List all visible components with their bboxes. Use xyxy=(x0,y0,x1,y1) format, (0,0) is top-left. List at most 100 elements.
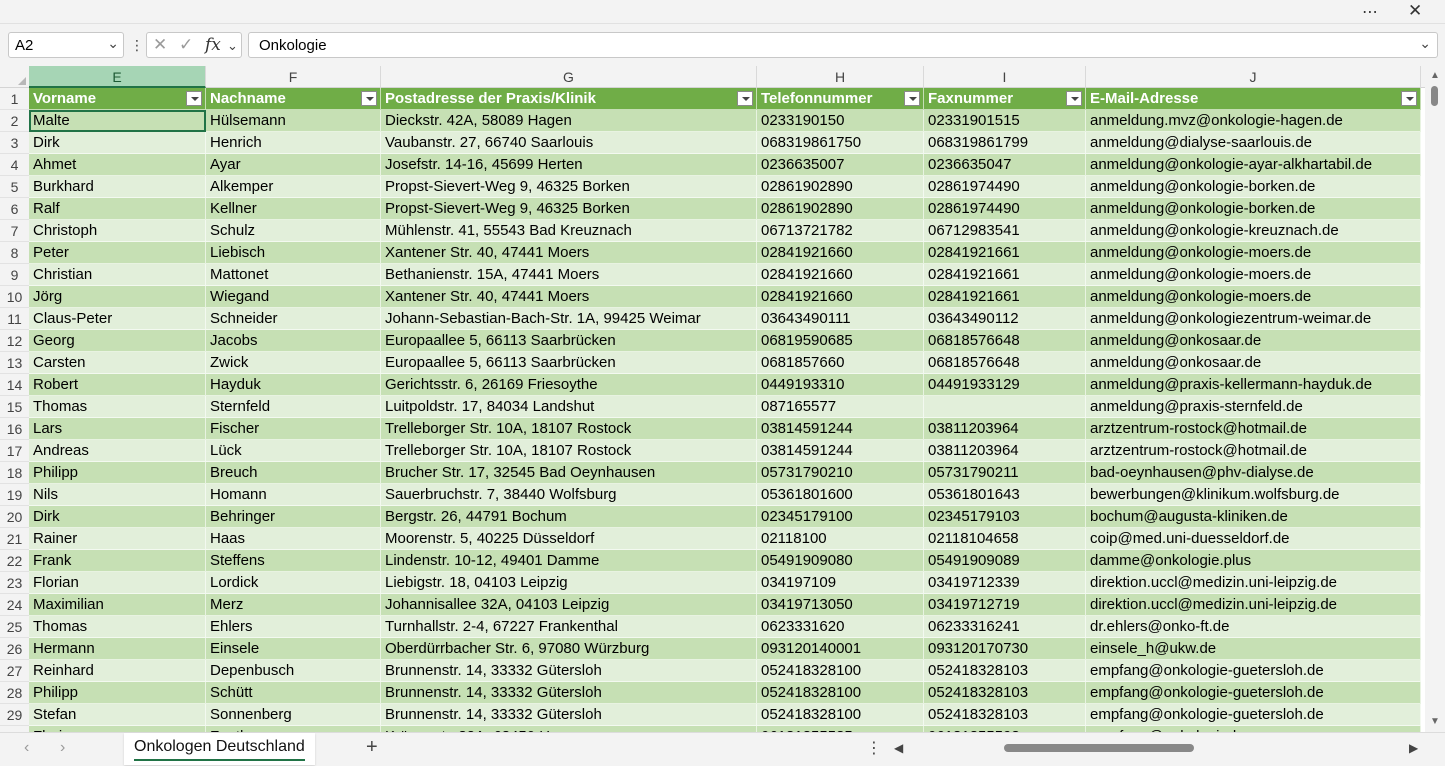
table-cell[interactable]: Jörg xyxy=(29,286,206,308)
table-cell[interactable]: Einsele xyxy=(206,638,381,660)
table-cell[interactable]: Brunnenstr. 14, 33332 Gütersloh xyxy=(381,660,757,682)
table-cell[interactable]: Trelleborger Str. 10A, 18107 Rostock xyxy=(381,440,757,462)
filter-dropdown-icon[interactable] xyxy=(1066,91,1082,106)
table-cell[interactable]: Steffens xyxy=(206,550,381,572)
table-cell[interactable] xyxy=(924,396,1086,418)
table-cell[interactable]: anmeldung@onkologie-kreuznach.de xyxy=(1086,220,1421,242)
column-header-g[interactable]: G xyxy=(381,66,757,88)
table-cell[interactable]: Sauerbruchstr. 7, 38440 Wolfsburg xyxy=(381,484,757,506)
table-cell[interactable]: Johann-Sebastian-Bach-Str. 1A, 99425 Wei… xyxy=(381,308,757,330)
column-header-h[interactable]: H xyxy=(757,66,924,88)
table-cell[interactable]: anmeldung@onkologie-moers.de xyxy=(1086,286,1421,308)
table-cell[interactable]: Philipp xyxy=(29,682,206,704)
table-cell[interactable]: 0681857660 xyxy=(757,352,924,374)
table-header-cell[interactable]: Faxnummer xyxy=(924,88,1086,110)
filter-dropdown-icon[interactable] xyxy=(1401,91,1417,106)
table-header-cell[interactable]: Postadresse der Praxis/Klinik xyxy=(381,88,757,110)
filter-dropdown-icon[interactable] xyxy=(186,91,202,106)
table-cell[interactable]: 02861902890 xyxy=(757,198,924,220)
table-cell[interactable]: Schneider xyxy=(206,308,381,330)
table-cell[interactable]: Schütt xyxy=(206,682,381,704)
table-cell[interactable]: Henrich xyxy=(206,132,381,154)
row-header[interactable]: 16 xyxy=(0,418,29,440)
table-cell[interactable]: bad-oeynhausen@phv-dialyse.de xyxy=(1086,462,1421,484)
table-cell[interactable]: Xantener Str. 40, 47441 Moers xyxy=(381,242,757,264)
table-cell[interactable]: 052418328100 xyxy=(757,704,924,726)
table-cell[interactable]: Wiegand xyxy=(206,286,381,308)
table-cell[interactable]: Ralf xyxy=(29,198,206,220)
table-cell[interactable]: Turnhallstr. 2-4, 67227 Frankenthal xyxy=(381,616,757,638)
table-cell[interactable]: 03419713050 xyxy=(757,594,924,616)
table-cell[interactable]: anmeldung@onkosaar.de xyxy=(1086,352,1421,374)
table-cell[interactable]: Johannisallee 32A, 04103 Leipzig xyxy=(381,594,757,616)
table-cell[interactable]: 05731790210 xyxy=(757,462,924,484)
table-cell[interactable]: Ehlers xyxy=(206,616,381,638)
table-cell[interactable]: Sternfeld xyxy=(206,396,381,418)
table-cell[interactable]: Alkemper xyxy=(206,176,381,198)
row-header[interactable]: 4 xyxy=(0,154,29,176)
table-cell[interactable]: Brucher Str. 17, 32545 Bad Oeynhausen xyxy=(381,462,757,484)
row-header[interactable]: 29 xyxy=(0,704,29,726)
vertical-scrollbar[interactable]: ▲ ▼ xyxy=(1425,66,1445,732)
table-cell[interactable]: 06819590685 xyxy=(757,330,924,352)
table-cell[interactable]: 034197109 xyxy=(757,572,924,594)
column-header-e[interactable]: E xyxy=(29,66,206,88)
table-cell[interactable]: Thomas xyxy=(29,616,206,638)
row-header[interactable]: 20 xyxy=(0,506,29,528)
row-header[interactable]: 22 xyxy=(0,550,29,572)
table-cell[interactable]: 05361801600 xyxy=(757,484,924,506)
table-cell[interactable]: anmeldung@onkologiezentrum-weimar.de xyxy=(1086,308,1421,330)
table-header-cell[interactable]: Vorname xyxy=(29,88,206,110)
table-cell[interactable]: Lück xyxy=(206,440,381,462)
table-cell[interactable]: 052418328100 xyxy=(757,660,924,682)
insert-function-icon[interactable]: fx xyxy=(205,35,221,55)
table-cell[interactable]: 05731790211 xyxy=(924,462,1086,484)
table-cell[interactable]: 068319861750 xyxy=(757,132,924,154)
table-cell[interactable]: Mattonet xyxy=(206,264,381,286)
table-cell[interactable]: arztzentrum-rostock@hotmail.de xyxy=(1086,440,1421,462)
table-cell[interactable]: 03419712719 xyxy=(924,594,1086,616)
table-cell[interactable]: Hayduk xyxy=(206,374,381,396)
row-header-1[interactable]: 1 xyxy=(0,88,29,110)
table-cell[interactable]: Andreas xyxy=(29,440,206,462)
table-cell[interactable]: 03811203964 xyxy=(924,440,1086,462)
table-cell[interactable]: Brunnenstr. 14, 33332 Gütersloh xyxy=(381,704,757,726)
table-cell[interactable]: Josefstr. 14-16, 45699 Herten xyxy=(381,154,757,176)
table-cell[interactable]: Brunnenstr. 14, 33332 Gütersloh xyxy=(381,682,757,704)
sheet-tab-onkologen-deutschland[interactable]: Onkologen Deutschland xyxy=(124,733,315,765)
table-cell[interactable]: 052418328100 xyxy=(757,682,924,704)
table-cell[interactable]: 02841921660 xyxy=(757,264,924,286)
row-header[interactable]: 23 xyxy=(0,572,29,594)
table-cell[interactable]: Dieckstr. 42A, 58089 Hagen xyxy=(381,110,757,132)
row-header[interactable]: 9 xyxy=(0,264,29,286)
scroll-left-icon[interactable]: ◀ xyxy=(894,741,903,755)
table-cell[interactable]: Bergstr. 26, 44791 Bochum xyxy=(381,506,757,528)
row-header[interactable]: 13 xyxy=(0,352,29,374)
table-header-cell[interactable]: E-Mail-Adresse xyxy=(1086,88,1421,110)
table-cell[interactable]: Burkhard xyxy=(29,176,206,198)
table-cell[interactable]: Stefan xyxy=(29,704,206,726)
row-header[interactable]: 26 xyxy=(0,638,29,660)
table-cell[interactable]: 0236635007 xyxy=(757,154,924,176)
table-cell[interactable]: empfang@onkologie-guetersloh.de xyxy=(1086,682,1421,704)
row-header[interactable]: 15 xyxy=(0,396,29,418)
table-cell[interactable]: Xantener Str. 40, 47441 Moers xyxy=(381,286,757,308)
table-cell[interactable]: 0236635047 xyxy=(924,154,1086,176)
table-cell[interactable]: empfang@onkologie-guetersloh.de xyxy=(1086,704,1421,726)
table-cell[interactable]: Georg xyxy=(29,330,206,352)
table-cell[interactable]: 0623331620 xyxy=(757,616,924,638)
table-cell[interactable]: 02861902890 xyxy=(757,176,924,198)
table-cell[interactable]: Breuch xyxy=(206,462,381,484)
filter-dropdown-icon[interactable] xyxy=(904,91,920,106)
table-cell[interactable]: 02861974490 xyxy=(924,176,1086,198)
row-header[interactable]: 18 xyxy=(0,462,29,484)
table-cell[interactable]: Claus-Peter xyxy=(29,308,206,330)
row-header[interactable]: 7 xyxy=(0,220,29,242)
table-cell[interactable]: Dirk xyxy=(29,132,206,154)
table-cell[interactable]: anmeldung@praxis-kellermann-hayduk.de xyxy=(1086,374,1421,396)
formula-input[interactable]: Onkologie ⌄ xyxy=(248,32,1438,58)
table-cell[interactable]: 05491909089 xyxy=(924,550,1086,572)
row-header[interactable]: 28 xyxy=(0,682,29,704)
table-cell[interactable]: bewerbungen@klinikum.wolfsburg.de xyxy=(1086,484,1421,506)
row-header[interactable]: 8 xyxy=(0,242,29,264)
